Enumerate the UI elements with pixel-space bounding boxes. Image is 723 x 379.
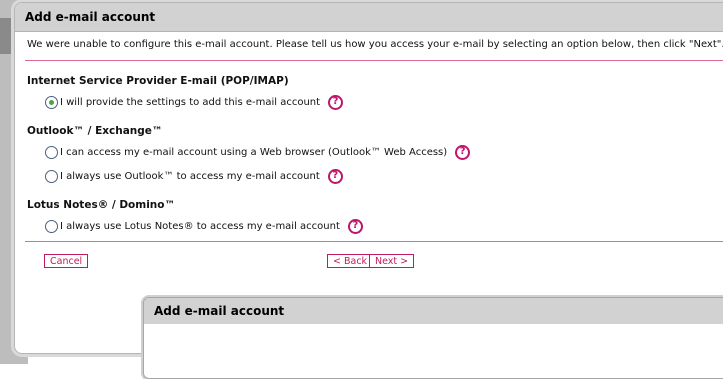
cancel-button[interactable]: Cancel (44, 254, 89, 268)
option-label: I always use Outlook™ to access my e-mai… (60, 170, 320, 182)
option-lotus-notes[interactable]: I always use Lotus Notes® to access my e… (45, 217, 723, 235)
dialog2-titlebar[interactable]: Add e-mail account (144, 298, 723, 324)
section-isp: Internet Service Provider E-mail (POP/IM… (27, 75, 723, 111)
radio-provide-settings[interactable] (45, 95, 58, 109)
help-icon[interactable]: ? (455, 144, 471, 160)
dialog-titlebar[interactable]: Add e-mail account (15, 3, 723, 32)
option-label: I can access my e-mail account using a W… (60, 146, 448, 158)
option-always-outlook[interactable]: I always use Outlook™ to access my e-mai… (45, 167, 723, 185)
help-icon[interactable]: ? (327, 168, 343, 184)
add-email-dialog-duplicate: Add e-mail account (143, 297, 723, 379)
next-button[interactable]: Next > (369, 254, 415, 268)
option-label: I always use Lotus Notes® to access my e… (60, 220, 340, 232)
background-window-tab (0, 18, 12, 54)
option-provide-settings[interactable]: I will provide the settings to add this … (45, 93, 723, 111)
radio-always-outlook[interactable] (45, 169, 58, 183)
help-icon[interactable]: ? (328, 94, 344, 110)
dialog-content: We were unable to configure this e-mail … (15, 32, 723, 272)
option-web-access[interactable]: I can access my e-mail account using a W… (45, 143, 723, 161)
intro-text: We were unable to configure this e-mail … (27, 39, 723, 50)
section-title-lotus: Lotus Notes® / Domino™ (27, 199, 175, 211)
back-button[interactable]: < Back (327, 254, 374, 268)
help-icon[interactable]: ? (347, 218, 363, 234)
button-row: Cancel < Back Next > (27, 242, 723, 272)
section-title-outlook: Outlook™ / Exchange™ (27, 125, 163, 137)
radio-lotus-notes[interactable] (45, 219, 58, 233)
radio-selected-dot (49, 99, 54, 105)
section-lotus-notes: Lotus Notes® / Domino™ I always use Lotu… (27, 199, 723, 235)
radio-web-access[interactable] (45, 145, 58, 159)
dialog2-title: Add e-mail account (154, 304, 285, 318)
section-outlook-exchange: Outlook™ / Exchange™ I can access my e-m… (27, 125, 723, 185)
dialog-title: Add e-mail account (25, 10, 156, 24)
section-title-isp: Internet Service Provider E-mail (POP/IM… (27, 75, 289, 87)
divider-top (25, 60, 723, 61)
option-label: I will provide the settings to add this … (60, 96, 321, 108)
